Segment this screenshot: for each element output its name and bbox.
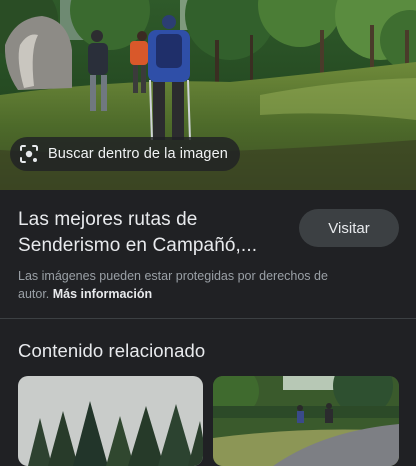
result-info: Las mejores rutas de Senderismo en Campa… (0, 190, 416, 318)
section-divider (0, 318, 416, 319)
related-content-heading: Contenido relacionado (18, 340, 206, 361)
visit-button[interactable]: Visitar (299, 209, 399, 247)
more-info-link[interactable]: Más información (53, 287, 152, 301)
copyright-disclaimer: Las imágenes pueden estar protegidas por… (18, 267, 348, 303)
related-thumbnail[interactable] (213, 376, 399, 466)
forest-trail-photo (213, 376, 399, 466)
hero-image[interactable]: Buscar dentro de la imagen (0, 0, 416, 190)
result-title[interactable]: Las mejores rutas de Senderismo en Campa… (18, 207, 278, 259)
search-inside-image-button[interactable]: Buscar dentro de la imagen (10, 137, 240, 171)
related-thumbnail[interactable] (18, 376, 203, 466)
lens-scan-icon (20, 145, 38, 163)
pine-forest-photo (18, 376, 203, 466)
search-inside-image-label: Buscar dentro de la imagen (48, 146, 228, 162)
